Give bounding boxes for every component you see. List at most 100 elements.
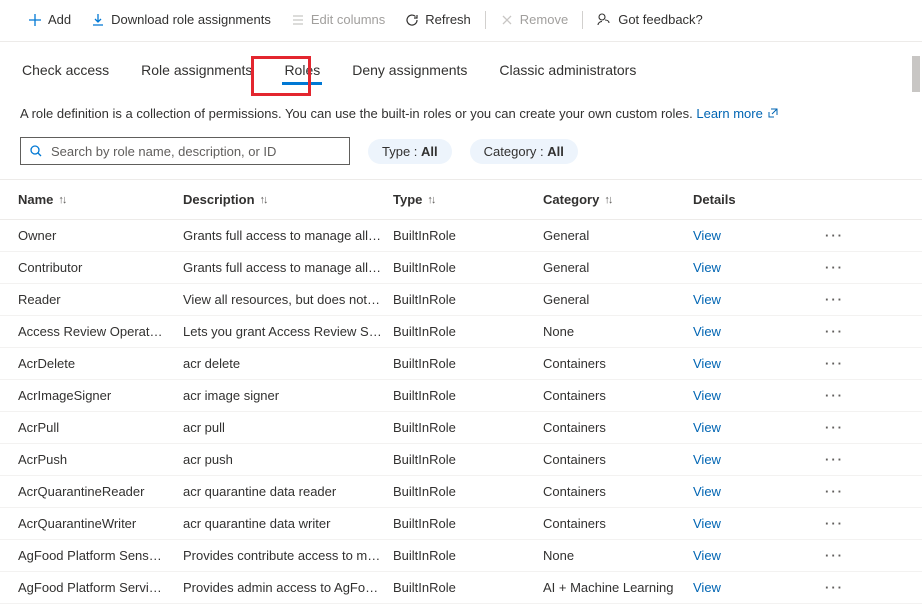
cell-category: Containers [543, 516, 693, 531]
learn-more-link[interactable]: Learn more [696, 106, 778, 121]
sort-icon: ↑↓ [58, 194, 65, 206]
more-button[interactable]: ··· [813, 452, 858, 467]
more-button[interactable]: ··· [813, 484, 858, 499]
table-row: AcrPullacr pullBuiltInRoleContainersView… [0, 412, 922, 444]
cell-category: General [543, 228, 693, 243]
cell-description: Grants full access to manage all res… [183, 260, 393, 275]
tab-roles[interactable]: Roles [282, 58, 322, 90]
more-button[interactable]: ··· [813, 292, 858, 307]
download-button[interactable]: Download role assignments [81, 8, 281, 31]
cell-category: Containers [543, 388, 693, 403]
table-row: AgFood Platform Sens…Provides contribute… [0, 540, 922, 572]
view-link[interactable]: View [693, 228, 813, 243]
cell-type: BuiltInRole [393, 324, 543, 339]
feedback-label: Got feedback? [618, 12, 703, 27]
scrollbar[interactable] [912, 56, 920, 92]
view-link[interactable]: View [693, 260, 813, 275]
cell-type: BuiltInRole [393, 260, 543, 275]
toolbar: Add Download role assignments Edit colum… [0, 0, 922, 42]
refresh-button[interactable]: Refresh [395, 8, 481, 31]
view-link[interactable]: View [693, 420, 813, 435]
view-link[interactable]: View [693, 324, 813, 339]
more-button[interactable]: ··· [813, 260, 858, 275]
sort-icon: ↑↓ [260, 194, 267, 206]
search-input[interactable] [49, 143, 341, 160]
description-line: A role definition is a collection of per… [0, 90, 922, 129]
tab-deny-assignments[interactable]: Deny assignments [350, 58, 469, 90]
cell-category: Containers [543, 484, 693, 499]
feedback-button[interactable]: Got feedback? [587, 8, 713, 31]
cell-name: AcrDelete [18, 356, 183, 371]
view-link[interactable]: View [693, 388, 813, 403]
view-link[interactable]: View [693, 516, 813, 531]
view-link[interactable]: View [693, 452, 813, 467]
tab-classic-administrators[interactable]: Classic administrators [497, 58, 638, 90]
cell-name: AgFood Platform Sens… [18, 548, 183, 563]
view-link[interactable]: View [693, 548, 813, 563]
tab-check-access[interactable]: Check access [20, 58, 111, 90]
more-button[interactable]: ··· [813, 548, 858, 563]
table-row: Access Review Operat…Lets you grant Acce… [0, 316, 922, 348]
edit-columns-label: Edit columns [311, 12, 385, 27]
cell-description: acr delete [183, 356, 393, 371]
plus-icon [28, 13, 42, 27]
refresh-label: Refresh [425, 12, 471, 27]
category-filter[interactable]: Category : All [470, 139, 578, 164]
cell-category: Containers [543, 356, 693, 371]
cell-name: AcrImageSigner [18, 388, 183, 403]
cell-type: BuiltInRole [393, 452, 543, 467]
feedback-icon [597, 12, 612, 27]
cell-description: acr quarantine data writer [183, 516, 393, 531]
add-label: Add [48, 12, 71, 27]
cell-name: Owner [18, 228, 183, 243]
filters-row: Type : All Category : All [0, 129, 922, 179]
more-button[interactable]: ··· [813, 356, 858, 371]
col-description[interactable]: Description↑↓ [183, 192, 393, 207]
view-link[interactable]: View [693, 580, 813, 595]
cell-type: BuiltInRole [393, 580, 543, 595]
view-link[interactable]: View [693, 292, 813, 307]
table-row: ContributorGrants full access to manage … [0, 252, 922, 284]
cell-name: AcrPush [18, 452, 183, 467]
cell-category: None [543, 548, 693, 563]
table-row: AcrPushacr pushBuiltInRoleContainersView… [0, 444, 922, 476]
more-button[interactable]: ··· [813, 324, 858, 339]
more-button[interactable]: ··· [813, 580, 858, 595]
columns-icon [291, 13, 305, 27]
search-box[interactable] [20, 137, 350, 165]
cell-description: View all resources, but does not all… [183, 292, 393, 307]
cell-description: Provides contribute access to man… [183, 548, 393, 563]
more-button[interactable]: ··· [813, 516, 858, 531]
remove-label: Remove [520, 12, 568, 27]
sort-icon: ↑↓ [604, 194, 611, 206]
tab-role-assignments[interactable]: Role assignments [139, 58, 254, 90]
sort-icon: ↑↓ [427, 194, 434, 206]
cell-name: AcrQuarantineReader [18, 484, 183, 499]
cell-name: AgFood Platform Servi… [18, 580, 183, 595]
col-name[interactable]: Name↑↓ [18, 192, 183, 207]
cell-category: Containers [543, 420, 693, 435]
toolbar-separator [485, 11, 486, 29]
cell-name: Access Review Operat… [18, 324, 183, 339]
more-button[interactable]: ··· [813, 420, 858, 435]
table-header: Name↑↓ Description↑↓ Type↑↓ Category↑↓ D… [0, 180, 922, 220]
type-filter[interactable]: Type : All [368, 139, 452, 164]
more-button[interactable]: ··· [813, 228, 858, 243]
view-link[interactable]: View [693, 356, 813, 371]
cell-description: acr pull [183, 420, 393, 435]
cell-type: BuiltInRole [393, 516, 543, 531]
download-label: Download role assignments [111, 12, 271, 27]
edit-columns-button: Edit columns [281, 8, 395, 31]
cell-name: Contributor [18, 260, 183, 275]
cell-description: Grants full access to manage all res… [183, 228, 393, 243]
add-button[interactable]: Add [18, 8, 81, 31]
cell-category: General [543, 260, 693, 275]
cell-type: BuiltInRole [393, 388, 543, 403]
cell-category: Containers [543, 452, 693, 467]
more-button[interactable]: ··· [813, 388, 858, 403]
description-text: A role definition is a collection of per… [20, 106, 696, 121]
view-link[interactable]: View [693, 484, 813, 499]
col-type[interactable]: Type↑↓ [393, 192, 543, 207]
cell-name: AcrPull [18, 420, 183, 435]
col-category[interactable]: Category↑↓ [543, 192, 693, 207]
